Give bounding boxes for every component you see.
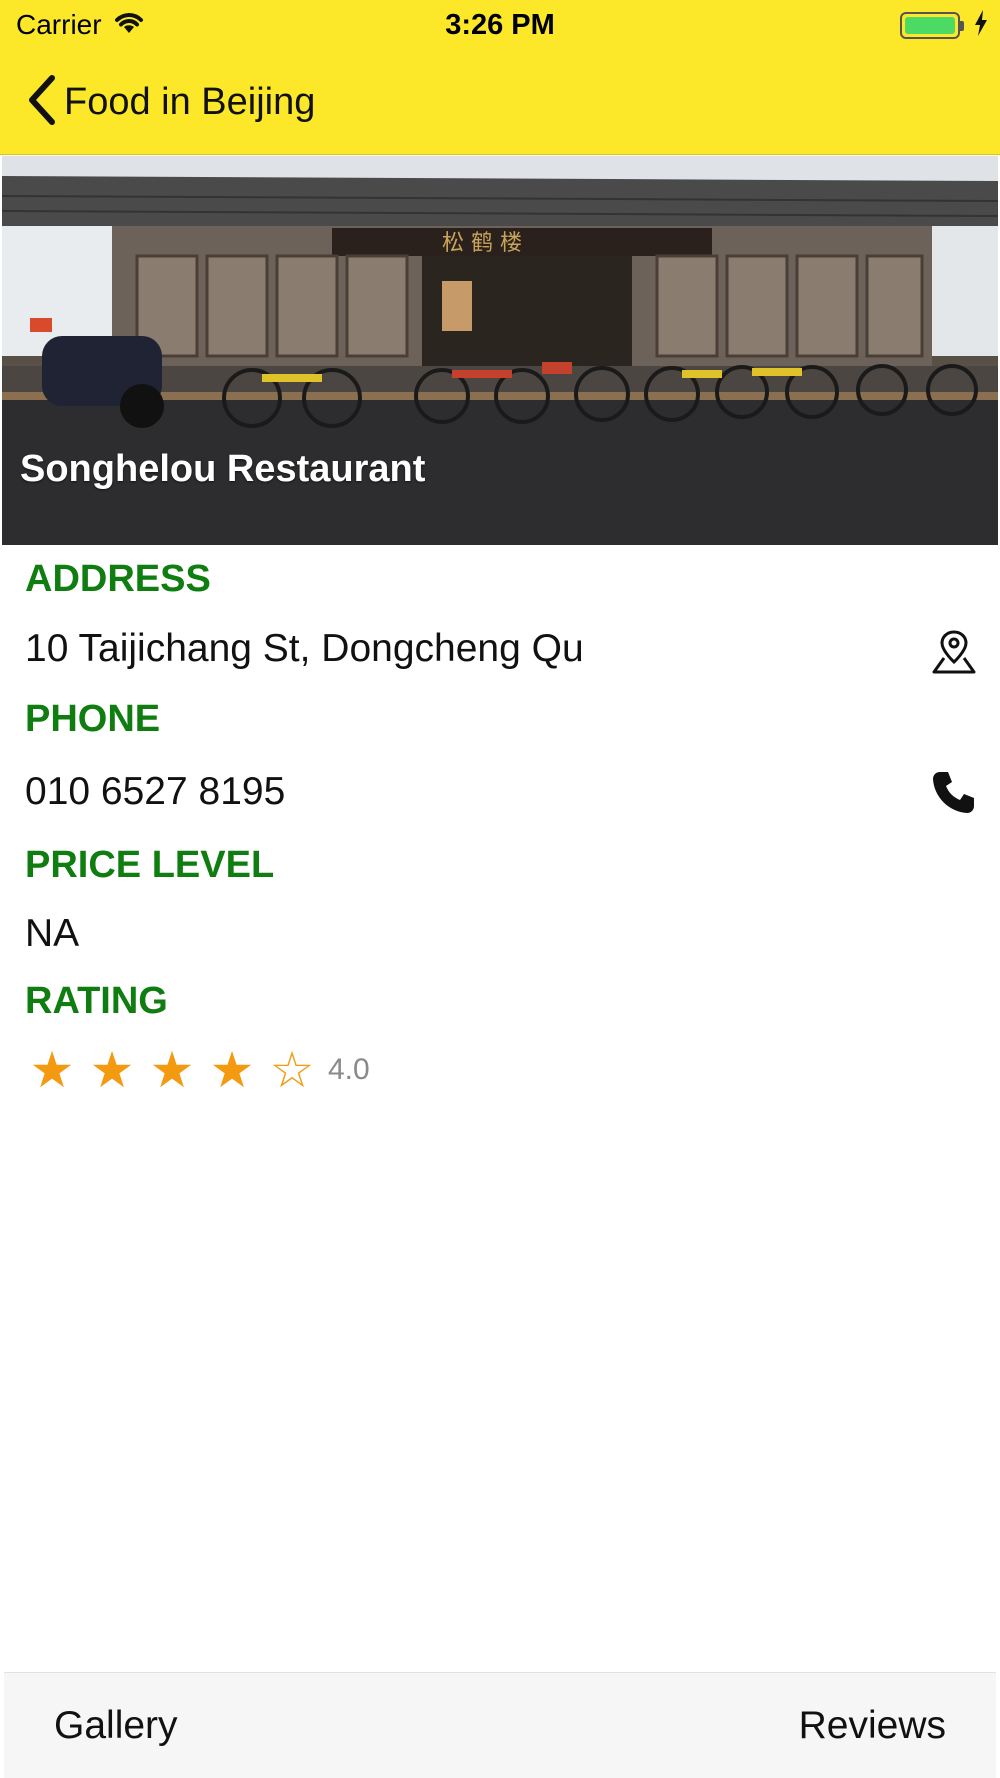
rating-heading: RATING (25, 980, 168, 1022)
reviews-button[interactable]: Reviews (799, 1673, 946, 1778)
navigation-bar: Carrier 3:26 PM Food in Beijing (0, 0, 1000, 155)
phone-icon[interactable] (930, 768, 978, 816)
phone-heading: PHONE (25, 698, 161, 740)
back-button[interactable]: Food in Beijing (26, 70, 315, 134)
address-value: 10 Taijichang St, Dongcheng Qu (25, 627, 584, 670)
star-filled-icon: ★ (29, 1042, 75, 1098)
charging-bolt-icon (974, 9, 988, 41)
restaurant-photo: 松 鹤 楼 Songhelou Restaurant (2, 156, 998, 545)
star-filled-icon: ★ (209, 1042, 255, 1098)
star-empty-icon: ☆ (269, 1042, 315, 1098)
back-button-label: Food in Beijing (64, 80, 316, 123)
phone-value: 010 6527 8195 (25, 770, 286, 813)
status-right (900, 8, 988, 42)
battery-level (905, 16, 955, 34)
restaurant-name: Songhelou Restaurant (20, 448, 426, 490)
status-time: 3:26 PM (445, 9, 555, 41)
address-heading: ADDRESS (25, 558, 211, 600)
map-pin-icon[interactable] (930, 628, 978, 676)
price-level-value: NA (25, 912, 80, 955)
svg-text:松 鹤 楼: 松 鹤 楼 (442, 231, 522, 256)
rating-stars: ★ ★ ★ ★ ☆ 4.0 (22, 1040, 370, 1100)
battery-icon (900, 11, 964, 39)
status-carrier: Carrier (16, 8, 146, 42)
star-filled-icon: ★ (89, 1042, 135, 1098)
price-level-heading: PRICE LEVEL (25, 844, 275, 886)
app-root: Carrier 3:26 PM Food in Beijing 松 鹤 楼 So… (0, 0, 1000, 1778)
bottom-toolbar: Gallery Reviews (4, 1672, 996, 1778)
chevron-left-icon (26, 74, 56, 131)
star-filled-icon: ★ (149, 1042, 195, 1098)
carrier-label: Carrier (16, 9, 102, 40)
rating-value: 4.0 (328, 1053, 370, 1086)
gallery-button[interactable]: Gallery (54, 1673, 178, 1778)
wifi-icon (112, 9, 146, 42)
